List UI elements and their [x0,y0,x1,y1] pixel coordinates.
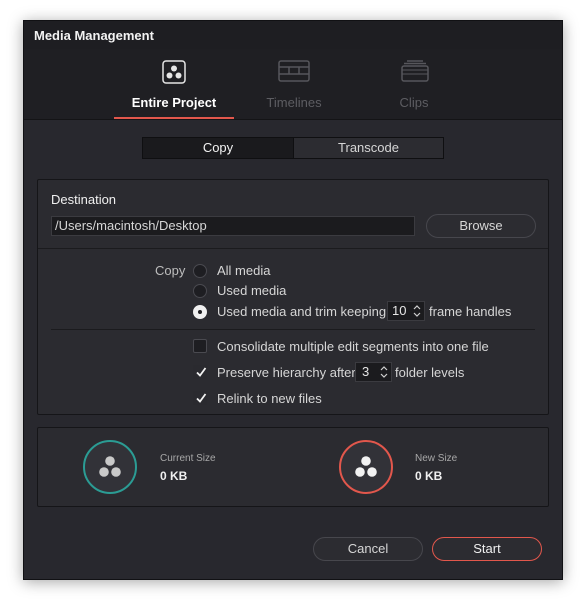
tab-entire-project-label: Entire Project [131,95,217,110]
stepper-arrows-icon[interactable] [380,365,388,379]
checkmark-icon [196,393,207,403]
frame-handles-stepper[interactable]: 10 [387,301,425,321]
consolidate-checkbox[interactable] [193,339,207,353]
current-size-caption: Current Size [160,453,216,464]
tab-timelines-label: Timelines [266,95,322,110]
dialog-title: Media Management [34,28,154,43]
title-bar: Media Management [24,21,562,50]
tab-clips[interactable]: Clips [354,49,474,118]
copy-transcode-toggle: Copy Transcode [142,137,444,159]
stepper-arrows-icon[interactable] [413,304,421,318]
start-button[interactable]: Start [432,537,542,561]
timeline-icon [278,60,310,82]
destination-panel: Destination /Users/macintosh/Desktop Bro… [37,179,549,415]
size-panel: Current Size 0 KB New Size 0 KB [37,427,549,507]
tab-timelines[interactable]: Timelines [234,49,354,118]
used-media-label: Used media [217,283,287,298]
tab-bar: Entire Project Timelines Clips [24,49,562,120]
checkmark-icon [196,367,207,377]
new-size-value: 0 KB [415,469,443,483]
new-size-caption: New Size [415,453,458,464]
cancel-button[interactable]: Cancel [313,537,423,561]
tab-clips-label: Clips [399,95,429,110]
current-size-icon [83,440,137,494]
relink-checkbox[interactable] [193,391,207,405]
clips-icon [400,60,429,82]
project-icon [160,60,188,84]
media-management-dialog: Media Management Entire Project Timeline… [23,20,563,580]
browse-button[interactable]: Browse [426,214,536,238]
all-media-radio[interactable] [193,264,207,278]
transcode-mode-button[interactable]: Transcode [294,138,443,158]
consolidate-label: Consolidate multiple edit segments into … [217,339,489,354]
destination-path-field[interactable]: /Users/macintosh/Desktop [51,216,415,236]
tab-entire-project[interactable]: Entire Project [114,49,234,119]
copy-mode-button[interactable]: Copy [143,138,294,158]
frame-handles-suffix: frame handles [429,304,512,319]
preserve-hierarchy-checkbox[interactable] [193,365,207,379]
folder-levels-stepper[interactable]: 3 [355,362,392,382]
folder-levels-value: 3 [362,364,370,379]
relink-label: Relink to new files [217,391,322,406]
used-media-radio[interactable] [193,284,207,298]
divider [51,329,535,330]
trim-media-radio[interactable] [193,305,207,319]
current-size-value: 0 KB [160,469,188,483]
active-tab-indicator [114,117,234,119]
new-size-icon [339,440,393,494]
preserve-hierarchy-label: Preserve hierarchy after [217,365,356,380]
trim-media-label: Used media and trim keeping [217,304,387,319]
folder-levels-suffix: folder levels [395,365,465,380]
all-media-label: All media [217,263,271,278]
destination-label: Destination [51,192,117,207]
divider [38,248,548,249]
copy-options-label: Copy [155,263,186,278]
frame-handles-value: 10 [392,303,407,318]
